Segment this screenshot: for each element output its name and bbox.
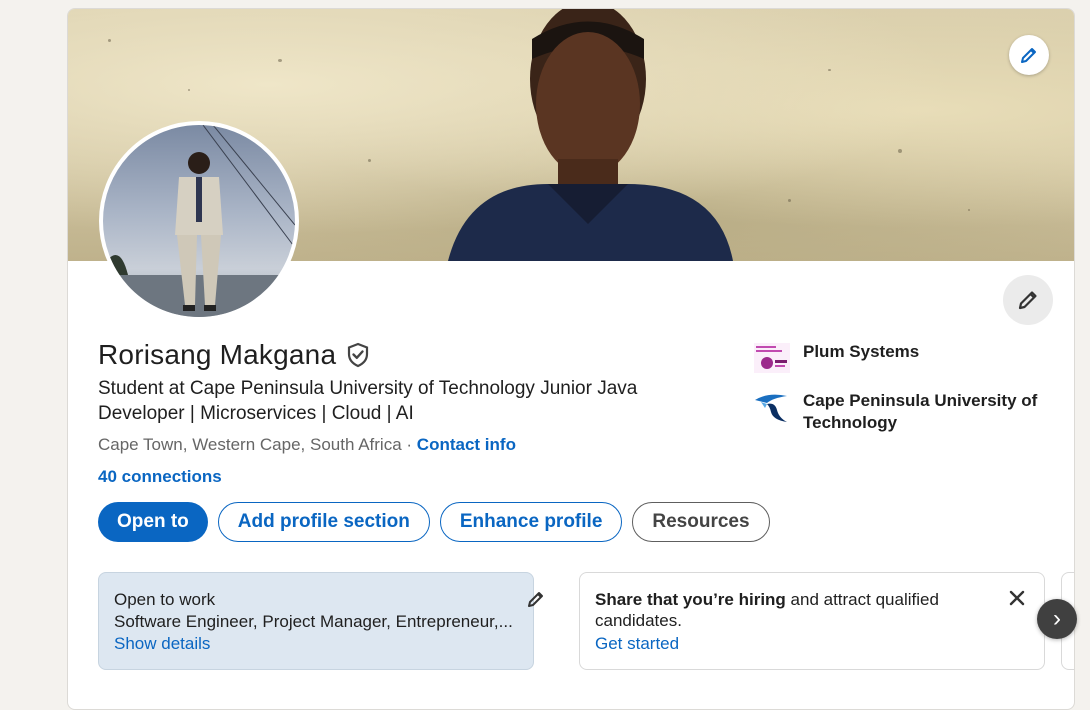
- contact-info-link[interactable]: Contact info: [417, 435, 516, 454]
- share-hiring-card[interactable]: Share that you’re hiring and attract qua…: [579, 572, 1045, 670]
- share-hiring-text: Share that you’re hiring and attract qua…: [595, 589, 955, 631]
- get-started-link[interactable]: Get started: [595, 633, 679, 654]
- pencil-icon: [1018, 291, 1037, 310]
- carousel-next-button[interactable]: ›: [1037, 599, 1077, 639]
- resources-button[interactable]: Resources: [632, 502, 770, 542]
- pencil-icon: [1021, 48, 1036, 63]
- org-plum-systems[interactable]: Plum Systems: [753, 341, 1053, 375]
- plum-systems-logo: [754, 343, 790, 373]
- connections-row: 40 connections: [98, 467, 222, 487]
- separator-dot: ·: [406, 435, 413, 454]
- share-hiring-bold: Share that you’re hiring: [595, 590, 786, 609]
- profile-headline: Student at Cape Peninsula University of …: [98, 378, 638, 424]
- add-profile-section-button[interactable]: Add profile section: [217, 502, 430, 542]
- edit-banner-button[interactable]: [1009, 35, 1049, 75]
- profile-location: Cape Town, Western Cape, South Africa: [98, 435, 402, 454]
- org-name: Plum Systems: [803, 342, 920, 361]
- close-icon[interactable]: [1008, 589, 1026, 607]
- pencil-icon[interactable]: [526, 589, 546, 609]
- open-to-work-title: Open to work: [114, 590, 216, 609]
- org-name: Cape Peninsula University of Technology: [803, 391, 1038, 432]
- profile-photo[interactable]: [99, 121, 299, 321]
- location-row: Cape Town, Western Cape, South Africa · …: [98, 435, 516, 455]
- profile-actions: Open to Add profile section Enhance prof…: [98, 502, 770, 542]
- open-to-work-card[interactable]: Open to work Software Engineer, Project …: [98, 572, 543, 670]
- connections-link[interactable]: 40 connections: [98, 467, 222, 486]
- edit-intro-button[interactable]: [1003, 275, 1053, 325]
- open-to-work-roles: Software Engineer, Project Manager, Entr…: [114, 612, 513, 631]
- org-cput[interactable]: Cape Peninsula University of Technology: [753, 390, 1053, 434]
- profile-top-card: Rorisang Makgana Student at Cape Peninsu…: [67, 8, 1075, 710]
- banner-photo: [448, 9, 733, 261]
- profile-name: Rorisang Makgana: [98, 339, 337, 370]
- experience-education-list: Plum Systems Cape Peninsula University o…: [753, 341, 1053, 449]
- verified-shield-icon[interactable]: [346, 342, 370, 368]
- cput-logo: [755, 394, 787, 422]
- show-details-link[interactable]: Show details: [114, 633, 210, 654]
- chevron-right-icon: ›: [1053, 605, 1061, 632]
- name-row: Rorisang Makgana: [98, 339, 370, 371]
- open-to-button[interactable]: Open to: [98, 502, 208, 542]
- enhance-profile-button[interactable]: Enhance profile: [439, 502, 623, 542]
